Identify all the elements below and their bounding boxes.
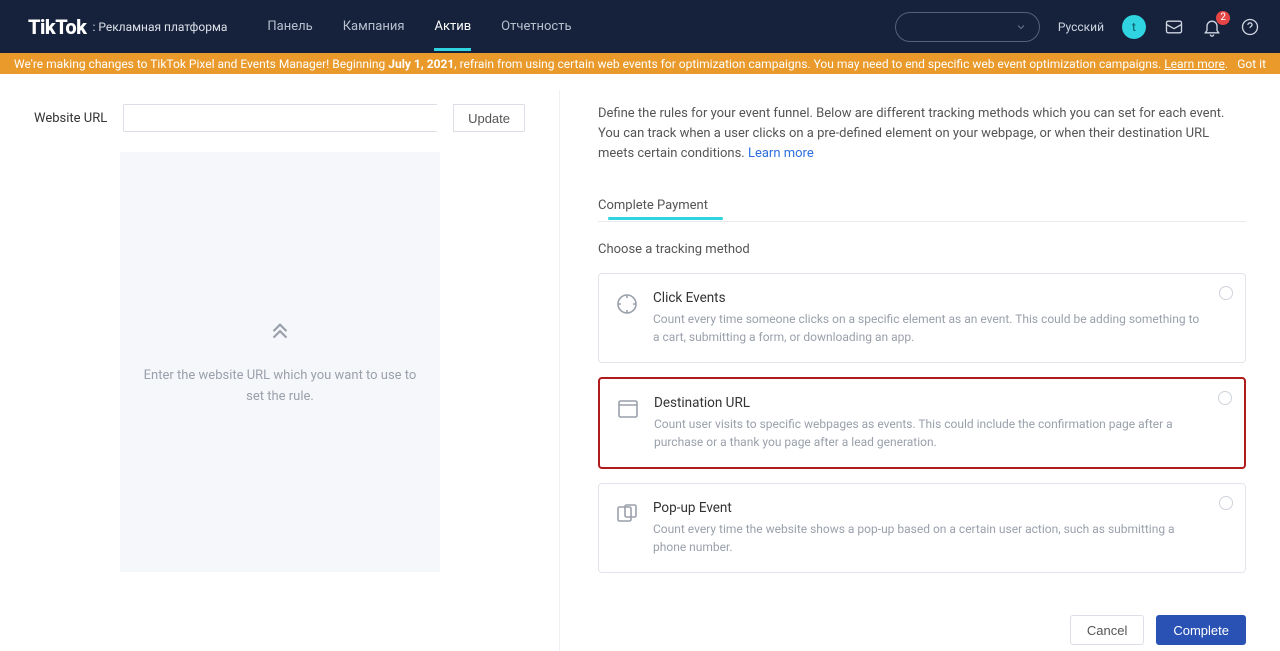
main-nav: Панель Кампания Актив Отчетность [267,2,571,51]
method-desc: Count every time someone clicks on a spe… [653,310,1201,346]
popup-window-icon [615,502,639,526]
website-url-input[interactable] [123,104,437,132]
banner-text-prefix: We're making changes to TikTok Pixel and… [14,57,388,71]
choose-method-label: Choose a tracking method [598,242,1246,257]
preview-placeholder-box: Enter the website URL which you want to … [120,152,440,572]
method-title: Pop-up Event [653,500,1201,516]
nav-dashboard[interactable]: Панель [267,2,312,51]
intro-learn-more-link[interactable]: Learn more [748,146,814,161]
nav-campaign[interactable]: Кампания [343,2,405,51]
update-button[interactable]: Update [453,104,525,132]
method-desc: Count every time the website shows a pop… [653,520,1201,556]
banner-learn-more-link[interactable]: Learn more [1164,57,1225,71]
chevrons-up-icon [267,316,293,346]
notifications-badge: 2 [1216,11,1230,25]
logo-subtitle: : Рекламная платформа [92,20,227,34]
cursor-click-icon [615,292,639,316]
help-icon[interactable] [1240,17,1260,37]
left-column: Website URL Update Enter the website URL… [0,90,560,651]
method-click-events[interactable]: Click Events Count every time someone cl… [598,273,1246,363]
logo-block[interactable]: TikTok : Рекламная платформа [28,15,227,39]
intro-text: Define the rules for your event funnel. … [598,104,1246,164]
tab-complete-payment[interactable]: Complete Payment [598,192,708,221]
method-radio[interactable] [1219,286,1233,300]
nav-reporting[interactable]: Отчетность [501,2,571,51]
banner-dismiss[interactable]: Got it [1237,57,1266,71]
page-body: Website URL Update Enter the website URL… [0,74,1280,651]
header-right: Русский t 2 [895,12,1260,42]
complete-button[interactable]: Complete [1156,615,1246,645]
method-title: Click Events [653,290,1201,306]
nav-asset[interactable]: Актив [434,2,471,51]
website-url-row: Website URL Update [34,104,525,132]
method-popup-event[interactable]: Pop-up Event Count every time the websit… [598,483,1246,573]
banner-text-suffix: , refrain from using certain web events … [454,57,1164,71]
method-title: Destination URL [654,395,1200,411]
event-tabs: Complete Payment [598,192,1246,222]
method-radio[interactable] [1218,391,1232,405]
top-header: TikTok : Рекламная платформа Панель Камп… [0,0,1280,53]
right-column: Define the rules for your event funnel. … [560,90,1280,651]
cancel-button[interactable]: Cancel [1070,615,1144,645]
footer-buttons: Cancel Complete [598,603,1246,645]
preview-placeholder-text: Enter the website URL which you want to … [140,366,420,408]
language-selector[interactable]: Русский [1058,20,1104,34]
chevron-down-icon [1015,21,1027,33]
method-desc: Count user visits to specific webpages a… [654,415,1200,451]
tab-active-underline [608,217,723,220]
inbox-icon[interactable] [1164,17,1184,37]
notifications-icon[interactable]: 2 [1202,17,1222,37]
banner-date: July 1, 2021 [388,57,454,71]
browser-url-icon [616,397,640,421]
method-destination-url[interactable]: Destination URL Count user visits to spe… [598,377,1246,469]
method-radio[interactable] [1219,496,1233,510]
logo-text: TikTok [28,15,86,39]
avatar[interactable]: t [1122,15,1146,39]
account-selector[interactable] [895,12,1040,42]
website-url-label: Website URL [34,111,107,126]
announcement-banner: We're making changes to TikTok Pixel and… [0,53,1280,74]
